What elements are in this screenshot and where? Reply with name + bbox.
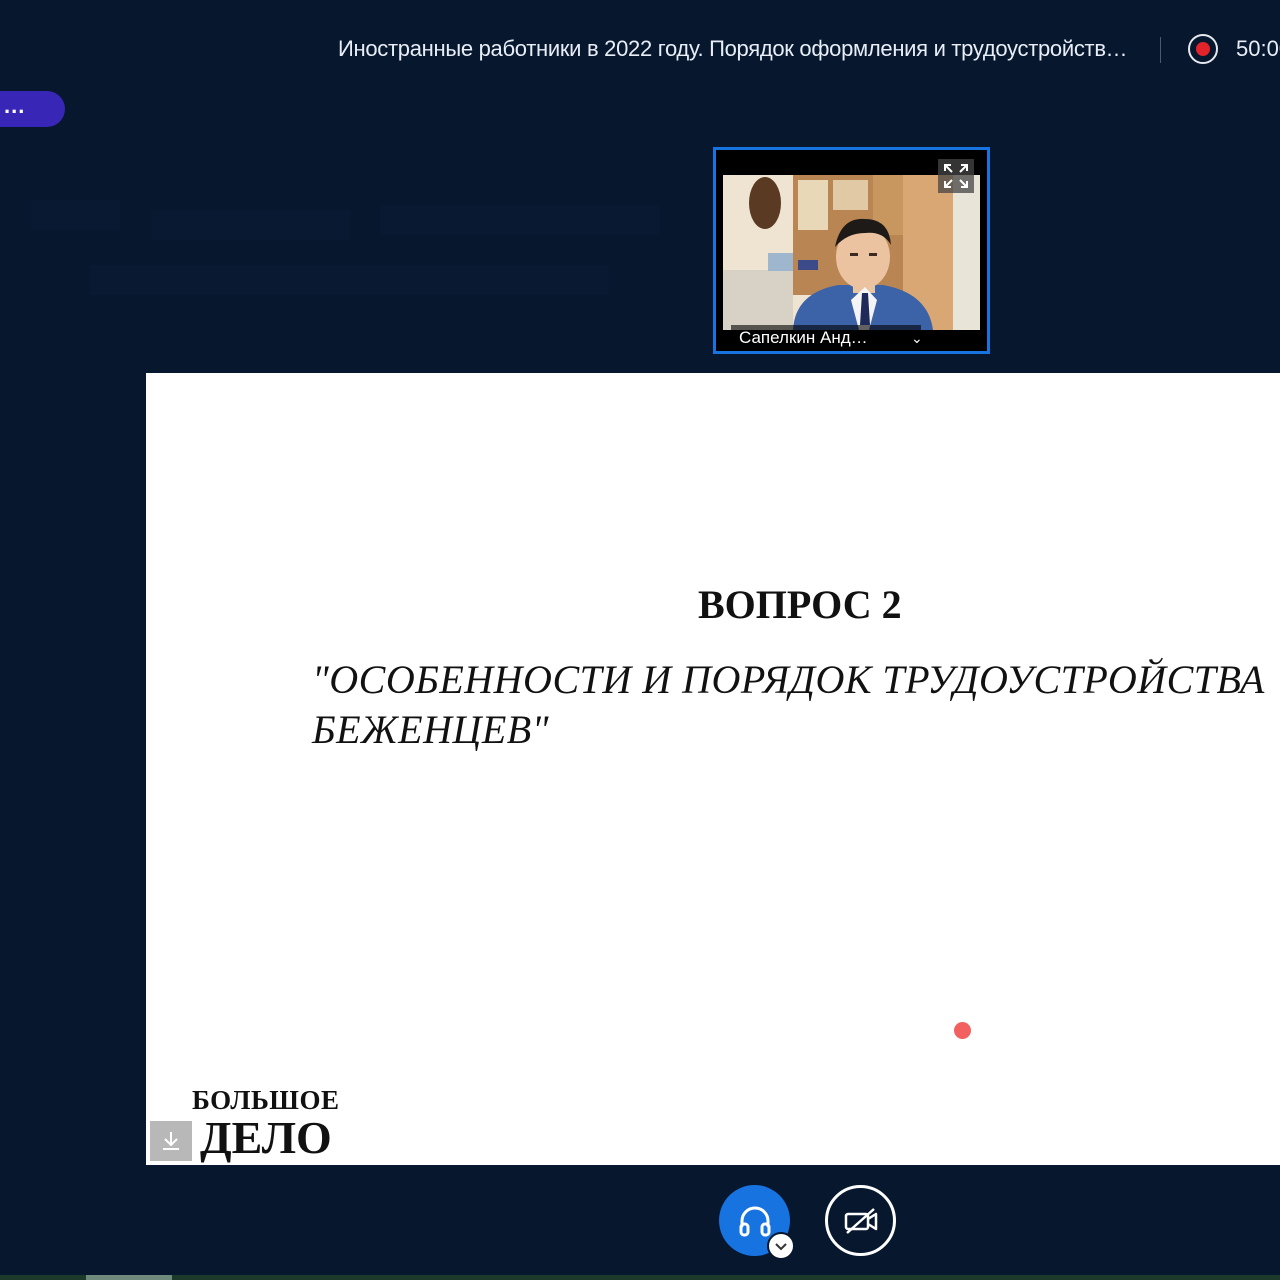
audio-options-chevron[interactable]: [767, 1232, 795, 1260]
top-bar: Иностранные работники в 2022 году. Поряд…: [0, 0, 1280, 100]
slide-heading: ВОПРОС 2: [698, 582, 902, 627]
download-arrow-icon: [163, 1132, 179, 1150]
participant-video-tile[interactable]: Сапелкин Анд… ⌄: [713, 147, 990, 354]
meeting-timer: 50:00: [1236, 36, 1280, 61]
participant-video: [723, 175, 980, 330]
expand-icon[interactable]: [938, 159, 974, 193]
participant-name: Сапелкин Анд…: [739, 328, 868, 347]
chevron-down-icon[interactable]: ⌄: [911, 325, 921, 347]
video-image: [723, 175, 980, 330]
taskbar-strip: [0, 1275, 1280, 1280]
camera-off-icon[interactable]: [825, 1185, 896, 1256]
divider: [1160, 37, 1161, 63]
headphones-glyph: [739, 1206, 770, 1236]
laser-pointer: [954, 1022, 971, 1039]
camera-off-glyph: [844, 1207, 877, 1234]
taskbar-segment: [86, 1275, 172, 1280]
meeting-window: Иностранные работники в 2022 году. Поряд…: [0, 0, 1280, 1280]
slide-subtitle-line-1: "ОСОБЕННОСТИ И ПОРЯДОК ТРУДОУСТРОЙСТВА: [312, 657, 1265, 702]
background-shadow: [30, 190, 680, 350]
chevron-down-icon: [775, 1243, 787, 1251]
slide-subtitle-line-2: БЕЖЕНЦЕВ": [312, 707, 550, 752]
expand-arrows-icon: [944, 164, 968, 188]
slide-subtitle: "ОСОБЕННОСТИ И ПОРЯДОК ТРУДОУСТРОЙСТВА Б…: [312, 655, 1280, 755]
download-icon[interactable]: [150, 1121, 192, 1161]
meeting-title: Иностранные работники в 2022 году. Поряд…: [338, 36, 1138, 61]
record-icon[interactable]: [1188, 34, 1218, 64]
video-frame: Сапелкин Анд… ⌄: [723, 157, 980, 347]
logo-text-bottom: ДЕЛО: [200, 1112, 332, 1163]
presentation-slide: ВОПРОС 2 "ОСОБЕННОСТИ И ПОРЯДОК ТРУДОУСТ…: [146, 373, 1280, 1165]
more-options-button[interactable]: ...: [0, 91, 65, 127]
record-dot: [1196, 42, 1210, 56]
participant-name-tag[interactable]: Сапелкин Анд… ⌄: [731, 325, 921, 347]
